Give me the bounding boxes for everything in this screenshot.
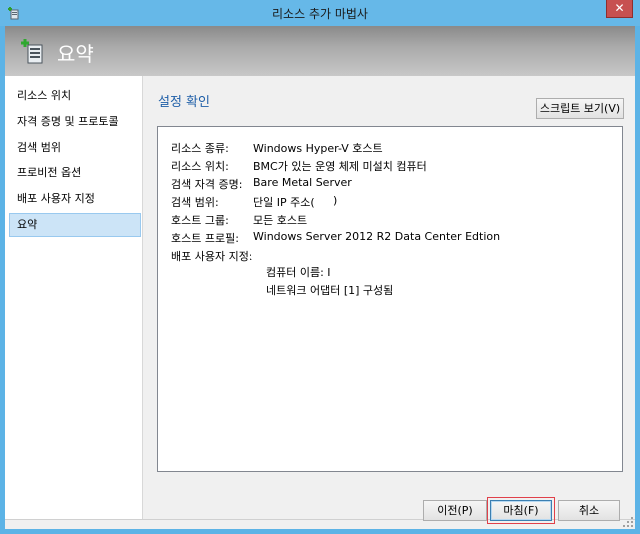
row-value: Windows Hyper-V 호스트: [253, 142, 383, 155]
computer-name: 컴퓨터 이름: I: [266, 266, 331, 279]
finish-button[interactable]: 마침(F): [490, 500, 552, 521]
previous-button[interactable]: 이전(P): [423, 500, 487, 521]
nav-item-resource-location[interactable]: 리소스 위치: [9, 84, 141, 108]
nav-item-deployment-customization[interactable]: 배포 사용자 지정: [9, 187, 141, 211]
row-value: 모든 호스트: [253, 214, 308, 227]
wizard-window: 리소스 추가 마법사 ✕ 요약 리소스 위치 자격 증명 및 프로토콜 검색 범…: [0, 0, 640, 534]
row-value: Windows Server 2012 R2 Data Center Edtio…: [253, 230, 501, 243]
page-banner: 요약: [5, 26, 635, 76]
row-label: 호스트 프로필:: [171, 232, 239, 245]
row-value: 단일 IP 주소(: [253, 196, 315, 209]
page-title: 요약: [57, 42, 94, 66]
row-value: Bare Metal Server: [253, 176, 352, 189]
nav-item-summary[interactable]: 요약: [9, 213, 141, 237]
resize-grip-icon[interactable]: [623, 517, 633, 527]
section-title: 설정 확인: [158, 95, 210, 110]
nav-item-provision-options[interactable]: 프로비전 옵션: [9, 161, 141, 185]
summary-panel: 설정 확인 스크립트 보기(V) 리소스 종류: Windows Hyper-V…: [144, 76, 635, 519]
nav-item-credentials[interactable]: 자격 증명 및 프로토콜: [9, 110, 141, 134]
summary-box: 리소스 종류: Windows Hyper-V 호스트 리소스 위치: BMC가…: [157, 126, 623, 472]
row-label: 검색 범위:: [171, 196, 219, 209]
redaction-block: [334, 262, 352, 276]
row-value: BMC가 있는 운영 체제 미설치 컴퓨터: [253, 160, 427, 173]
row-label: 호스트 그룹:: [171, 214, 229, 227]
row-label: 리소스 위치:: [171, 160, 229, 173]
cancel-button[interactable]: 취소: [558, 500, 620, 521]
server-add-icon: [21, 39, 43, 64]
network-adapter-status: 네트워크 어댑터 [1] 구성됨: [266, 284, 394, 297]
wizard-client-area: 요약 리소스 위치 자격 증명 및 프로토콜 검색 범위 프로비전 옵션 배포 …: [5, 26, 635, 529]
nav-item-discovery-scope[interactable]: 검색 범위: [9, 136, 141, 160]
title-bar[interactable]: 리소스 추가 마법사 ✕: [0, 0, 640, 26]
wizard-nav: 리소스 위치 자격 증명 및 프로토콜 검색 범위 프로비전 옵션 배포 사용자…: [5, 76, 143, 519]
row-label: 배포 사용자 지정:: [171, 250, 253, 263]
close-icon: ✕: [614, 1, 625, 15]
window-title: 리소스 추가 마법사: [272, 7, 368, 21]
scope-close-paren: ): [333, 194, 338, 207]
row-label: 리소스 종류:: [171, 142, 229, 155]
redaction-block: [251, 245, 301, 259]
row-label: 검색 자격 증명:: [171, 178, 243, 191]
close-button[interactable]: ✕: [606, 0, 633, 18]
view-script-button[interactable]: 스크립트 보기(V): [536, 98, 624, 119]
